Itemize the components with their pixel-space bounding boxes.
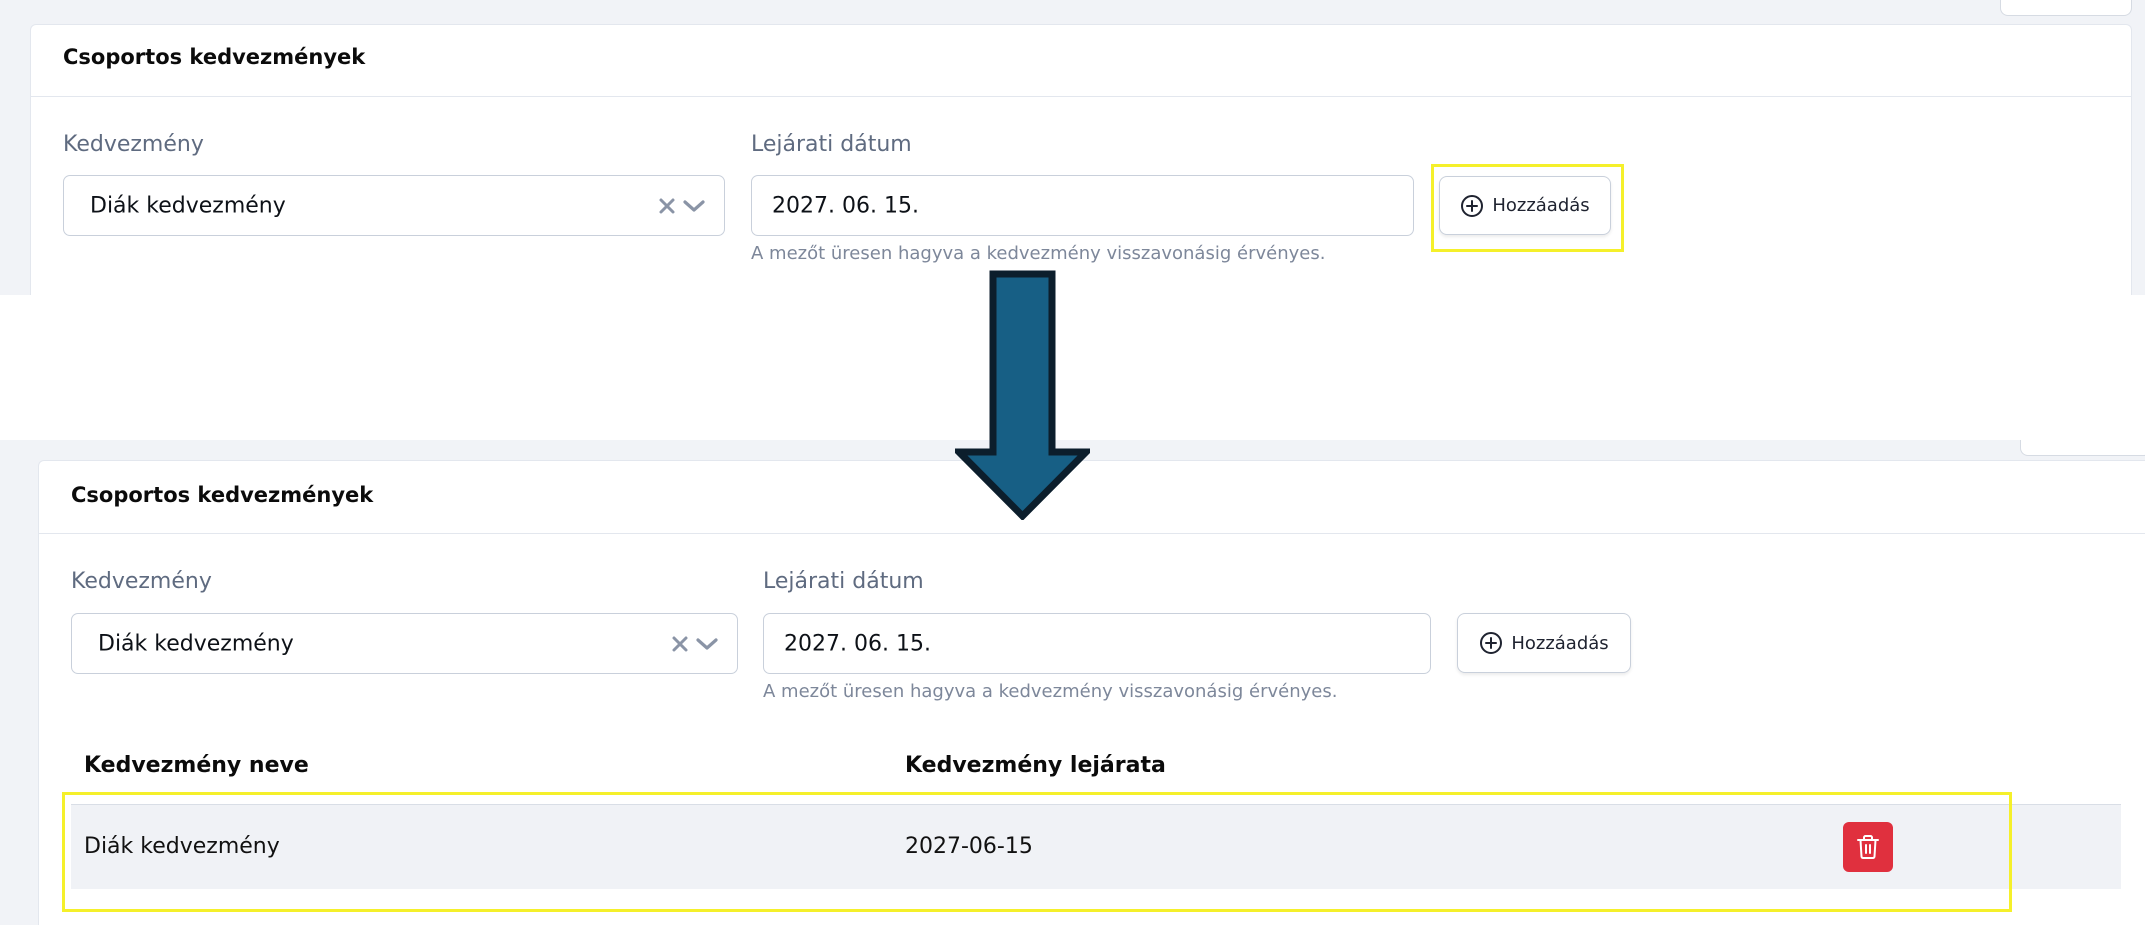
discount-select[interactable]: Diák kedvezmény <box>71 613 738 674</box>
expiry-date-value: 2027. 06. 15. <box>772 193 919 218</box>
date-label: Lejárati dátum <box>751 132 912 157</box>
help-text: A mezőt üresen hagyva a kedvezmény vissz… <box>751 243 1326 264</box>
expiry-date-value: 2027. 06. 15. <box>784 631 931 656</box>
add-button-label: Hozzáadás <box>1511 632 1609 654</box>
help-text: A mezőt üresen hagyva a kedvezmény vissz… <box>763 681 1338 702</box>
clear-icon[interactable] <box>671 635 689 653</box>
card-title: Csoportos kedvezmények <box>63 45 366 69</box>
discount-select[interactable]: Diák kedvezmény <box>63 175 725 236</box>
column-header-name: Kedvezmény neve <box>84 753 309 778</box>
highlight-add-button <box>1431 164 1624 252</box>
column-header-expiry: Kedvezmény lejárata <box>905 753 1166 778</box>
expiry-date-input[interactable]: 2027. 06. 15. <box>751 175 1414 236</box>
card-title: Csoportos kedvezmények <box>71 483 374 507</box>
card-divider <box>39 533 2145 534</box>
card-divider <box>31 96 2131 97</box>
discount-label: Kedvezmény <box>71 569 212 594</box>
clear-icon[interactable] <box>658 197 676 215</box>
date-label: Lejárati dátum <box>763 569 924 594</box>
chevron-down-icon[interactable] <box>695 635 719 653</box>
add-button[interactable]: Hozzáadás <box>1457 613 1631 673</box>
chevron-down-icon[interactable] <box>682 197 706 215</box>
plus-circle-icon <box>1480 632 1503 654</box>
discount-select-value: Diák kedvezmény <box>90 193 286 218</box>
partial-button <box>2020 440 2145 456</box>
discount-label: Kedvezmény <box>63 132 204 157</box>
group-discounts-card: Csoportos kedvezmények Kedvezmény Diák k… <box>30 24 2132 295</box>
partial-button <box>2000 0 2132 16</box>
down-arrow-icon <box>955 270 1090 520</box>
before-screenshot: Csoportos kedvezmények Kedvezmény Diák k… <box>0 0 2145 295</box>
highlight-new-row <box>62 792 2012 912</box>
expiry-date-input[interactable]: 2027. 06. 15. <box>763 613 1431 674</box>
discount-select-value: Diák kedvezmény <box>98 631 294 656</box>
